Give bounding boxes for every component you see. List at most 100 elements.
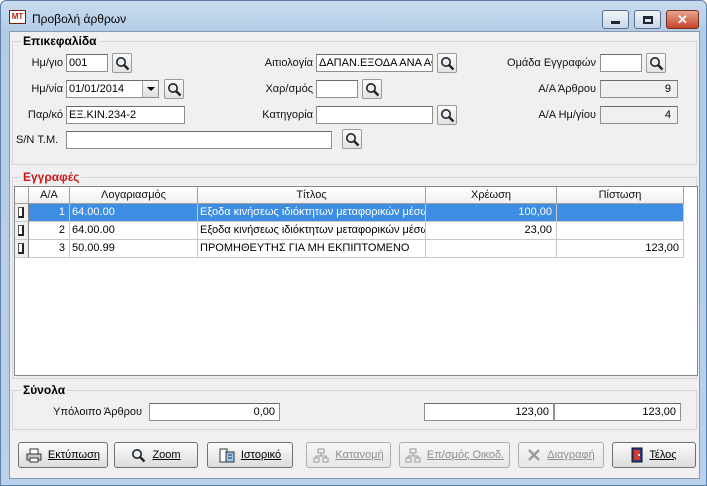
table-row[interactable]: 3 50.00.99 ΠΡΟΜΗΘΕΥΤΗΣ ΓΙΑ ΜΗ ΕΚΠΙΠΤΟΜΕΝ… (15, 240, 697, 258)
table-row[interactable]: 2 64.00.00 Εξοδα κινήσεως ιδιόκτητων μετ… (15, 222, 697, 240)
column-header-credit[interactable]: Πίστωση (557, 187, 684, 204)
client-area: Επικεφαλίδα Ημ/γιο 001 Ημ/νία 01/01/2014… (9, 31, 700, 479)
distribute-button-label: Κατανομή (335, 449, 384, 461)
group-search-button[interactable] (646, 53, 666, 73)
char-field[interactable] (316, 80, 358, 98)
category-search-button[interactable] (437, 105, 457, 125)
date-label: Ημ/γιο (31, 57, 63, 69)
row-marker-icon (18, 207, 24, 218)
char-search-button[interactable] (362, 79, 382, 99)
exit-door-icon (631, 447, 643, 463)
column-header-title[interactable]: Τίτλος (198, 187, 426, 204)
row-indicator (15, 240, 29, 258)
print-button[interactable]: Εκτύπωση (18, 442, 108, 468)
group-field[interactable] (600, 54, 642, 72)
printer-icon (26, 448, 42, 462)
date2-search-button[interactable] (164, 79, 184, 99)
row-indicator (15, 204, 29, 222)
cell-aa: 3 (29, 240, 70, 258)
date2-value: 01/01/2014 (69, 83, 125, 95)
category-field[interactable] (316, 106, 433, 124)
reason-search-button[interactable] (437, 53, 457, 73)
date-field[interactable]: 001 (66, 54, 108, 72)
delete-button[interactable]: Διαγραφή (518, 442, 604, 468)
processing-button-label: Επ/σμός Οικοδ. (426, 449, 505, 461)
history-button-label: Ιστορικό (240, 449, 282, 461)
group-label: Ομάδα Εγγραφών (507, 57, 596, 69)
close-icon: ✕ (677, 11, 688, 27)
serial-label: S/N Τ.Μ. (16, 134, 59, 146)
window-title: Προβολή άρθρων (32, 12, 127, 26)
delete-icon (528, 449, 541, 461)
header-group-label: Επικεφαλίδα (21, 34, 99, 48)
daily-no-field: 4 (600, 106, 678, 124)
cell-aa: 2 (29, 222, 70, 240)
date2-dropdown[interactable]: 01/01/2014 (66, 80, 159, 98)
building-process-icon (405, 448, 421, 462)
char-label: Χαρ/σμός (265, 83, 313, 95)
column-header-account[interactable]: Λογαριασμός (70, 187, 198, 204)
search-icon (168, 83, 182, 97)
maximize-icon (642, 15, 653, 24)
search-icon (132, 448, 146, 462)
category-label: Κατηγορία (262, 109, 313, 121)
zoom-button-label: Zoom (152, 449, 181, 461)
article-no-field: 9 (600, 80, 678, 98)
close-button[interactable]: ✕ (666, 10, 699, 29)
serial-search-button[interactable] (342, 129, 362, 149)
maximize-button[interactable] (634, 10, 661, 29)
end-button[interactable]: Τέλος (612, 442, 696, 468)
chevron-down-icon[interactable] (142, 81, 158, 97)
app-icon: ΜΤ (9, 10, 26, 24)
column-header-debit[interactable]: Χρέωση (426, 187, 557, 204)
row-marker-icon (18, 225, 24, 236)
entries-grid[interactable]: Α/Α Λογαριασμός Τίτλος Χρέωση Πίστωση 1 … (14, 186, 698, 376)
distribute-icon (313, 448, 329, 462)
credit-total-field: 123,00 (554, 403, 681, 421)
balance-field: 0,00 (149, 403, 280, 421)
daily-no-label: Α/Α Ημ/γίου (538, 109, 596, 121)
search-icon (650, 57, 664, 71)
doc-label: Παρ/κό (27, 109, 63, 121)
row-marker-icon (18, 243, 24, 254)
cell-title: ΠΡΟΜΗΘΕΥΤΗΣ ΓΙΑ ΜΗ ΕΚΠΙΠΤΟΜΕΝΟ (198, 240, 426, 258)
date2-label: Ημ/νία (31, 83, 63, 95)
totals-group-label: Σύνολα (21, 383, 68, 397)
search-icon (441, 109, 455, 123)
cell-aa: 1 (29, 204, 70, 222)
minimize-button[interactable] (602, 10, 629, 29)
doc-field[interactable]: ΕΞ.ΚΙΝ.234-2 (66, 106, 185, 124)
cell-title: Εξοδα κινήσεως ιδιόκτητων μεταφορικών μέ… (198, 222, 426, 240)
search-icon (366, 83, 380, 97)
article-no-label: Α/Α Άρθρου (538, 83, 596, 95)
cell-credit (557, 222, 684, 240)
cell-credit (557, 204, 684, 222)
cell-credit: 123,00 (557, 240, 684, 258)
cell-account: 50.00.99 (70, 240, 198, 258)
debit-total-field: 123,00 (424, 403, 554, 421)
date-search-button[interactable] (112, 53, 132, 73)
serial-field[interactable] (66, 131, 332, 149)
cell-account: 64.00.00 (70, 204, 198, 222)
minimize-icon (611, 21, 620, 24)
cell-debit: 100,00 (426, 204, 557, 222)
grid-corner-header (15, 187, 29, 204)
search-icon (116, 57, 130, 71)
cell-account: 64.00.00 (70, 222, 198, 240)
cell-debit: 23,00 (426, 222, 557, 240)
processing-button[interactable]: Επ/σμός Οικοδ. (399, 442, 510, 468)
cell-debit (426, 240, 557, 258)
history-button[interactable]: Ιστορικό (207, 442, 293, 468)
zoom-button[interactable]: Zoom (114, 442, 198, 468)
reason-field[interactable]: ΔΑΠΑΝ.ΕΞΟΔΑ ΑΝΑ ΑΦ (316, 54, 433, 72)
reason-label: Αιτιολογία (264, 57, 313, 69)
window: ΜΤ Προβολή άρθρων ✕ Επικεφαλίδα Ημ/γιο 0… (0, 0, 707, 486)
delete-button-label: Διαγραφή (547, 449, 595, 461)
history-icon (219, 448, 235, 462)
row-indicator (15, 222, 29, 240)
distribute-button[interactable]: Κατανομή (306, 442, 391, 468)
cell-title: Εξοδα κινήσεως ιδιόκτητων μεταφορικών μέ… (198, 204, 426, 222)
search-icon (441, 57, 455, 71)
column-header-aa[interactable]: Α/Α (29, 187, 70, 204)
table-row[interactable]: 1 64.00.00 Εξοδα κινήσεως ιδιόκτητων μετ… (15, 204, 697, 222)
